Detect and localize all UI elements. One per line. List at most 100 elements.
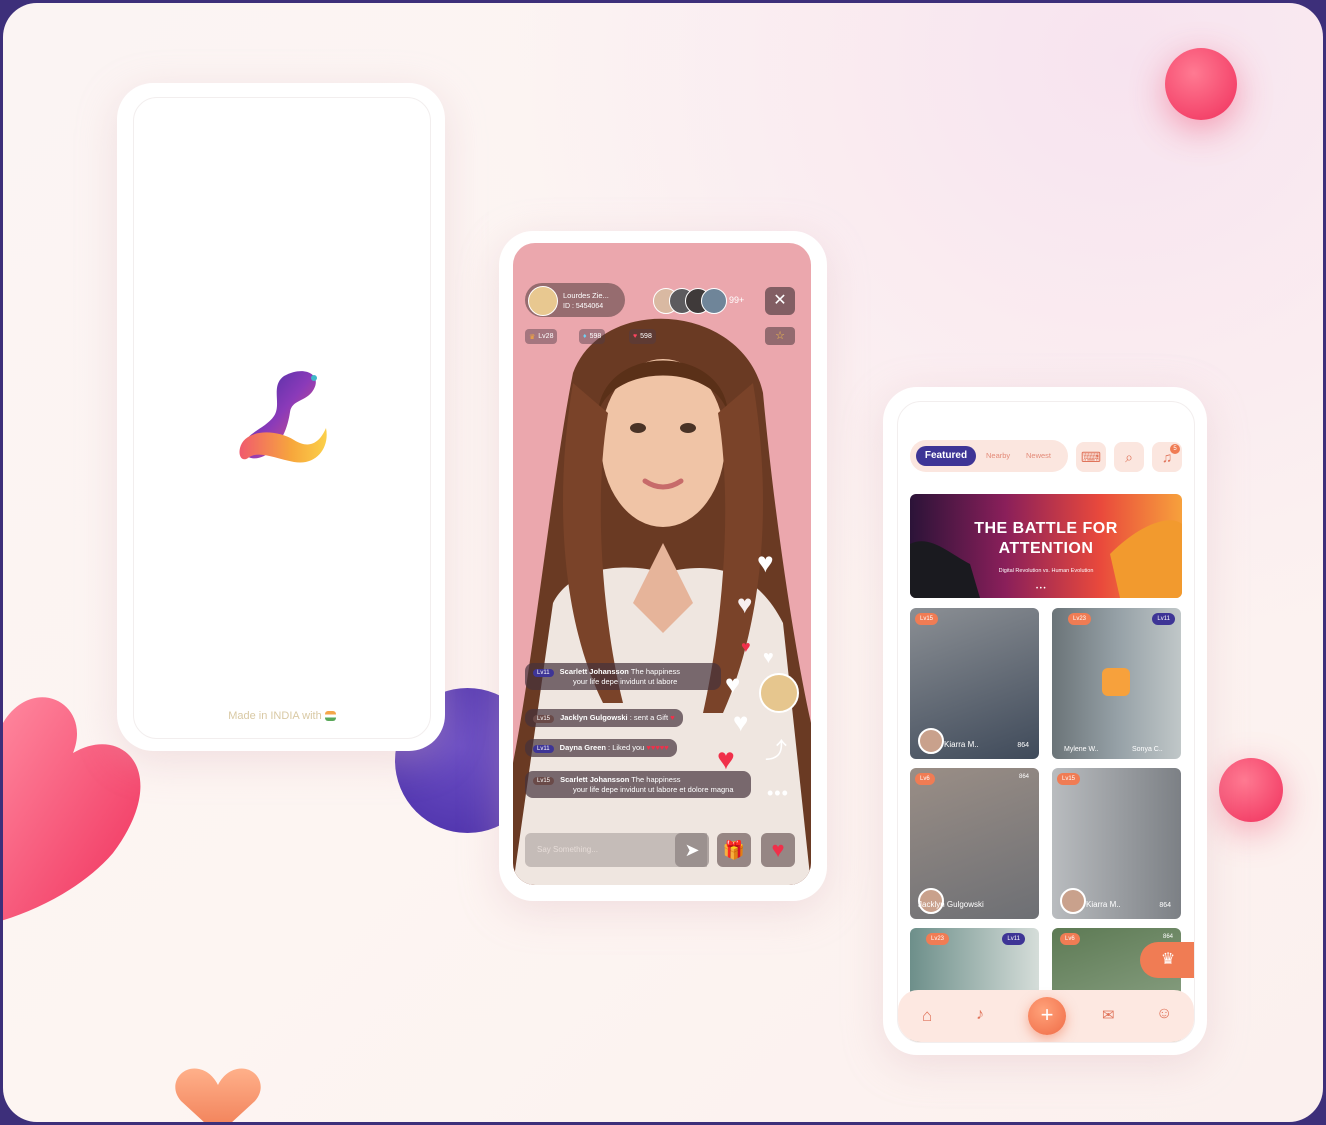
splash-screen: Made in INDIA with xyxy=(133,97,431,739)
crown-icon: ♛ xyxy=(1160,951,1176,968)
decor-ball-top-right xyxy=(1165,48,1237,120)
gift-heart-icon: ♥ xyxy=(670,713,675,722)
favorite-button[interactable]: ☆ xyxy=(765,327,795,345)
message-text: : Liked you xyxy=(608,743,645,752)
chat-message: Lv11 Dayna Green : Liked you ♥♥♥♥♥ xyxy=(525,739,677,757)
guest-avatar[interactable] xyxy=(759,673,799,713)
gamepad-icon: ⌨ xyxy=(1080,449,1102,465)
diamond-chip: ♦ 598 xyxy=(579,329,606,344)
close-icon: ✕ xyxy=(773,292,787,309)
message-level: Lv11 xyxy=(533,669,554,677)
message-text: : sent a Gift xyxy=(629,713,669,722)
app-logo xyxy=(239,371,327,463)
feed-phone: Featured Nearby Newest ⌨ ⌕ ♫ 5 THE BATTL xyxy=(883,387,1207,1055)
level-chip-label: Lv28 xyxy=(538,333,554,340)
chat-message: Lv15 Jacklyn Gulgowski : sent a Gift ♥ xyxy=(525,709,683,727)
card-name: Kiarra M.. xyxy=(944,740,979,749)
banner-title-1: THE BATTLE FOR xyxy=(974,520,1118,537)
message-text-2: your life depe invidunt ut labore xyxy=(573,677,678,686)
splash-phone: Made in INDIA with xyxy=(117,83,445,751)
vip-button[interactable]: ♛ xyxy=(1140,942,1194,978)
card-viewers: 864 xyxy=(1017,742,1029,749)
decor-heart-bottom xyxy=(175,1068,261,1122)
gift-icon: 🎁 xyxy=(722,840,746,860)
send-icon: ➤ xyxy=(684,840,700,860)
crown-icon: ♛ xyxy=(529,333,536,341)
versus-icon xyxy=(1102,668,1130,696)
likes-count: 598 xyxy=(640,333,652,340)
more-icon[interactable]: ••• xyxy=(767,783,789,804)
close-button[interactable]: ✕ xyxy=(765,287,795,315)
star-icon: ☆ xyxy=(775,330,785,342)
heart-icon: ♥ xyxy=(771,837,785,862)
card-level-badge-2: Lv11 xyxy=(1002,933,1025,945)
card-level-badge: Lv6 xyxy=(1060,933,1080,945)
card-avatar xyxy=(918,728,944,754)
banner-subtitle: Digital Revolution vs. Human Evolution xyxy=(998,568,1094,574)
card-level-badge: Lv15 xyxy=(915,613,939,625)
send-button[interactable]: ➤ xyxy=(675,833,709,867)
tab-nearby[interactable]: Nearby xyxy=(986,451,1010,460)
diamond-count: 598 xyxy=(589,333,602,340)
diamond-icon: ♦ xyxy=(583,333,587,340)
banner-title-2: ATTENTION xyxy=(998,540,1094,557)
gift-button[interactable]: 🎁 xyxy=(717,833,751,867)
nav-profile-icon[interactable]: ☺ xyxy=(1156,1005,1172,1023)
viewer-avatars[interactable]: 99+ xyxy=(653,288,744,314)
card-viewers: 864 xyxy=(1159,902,1171,909)
message-author: Dayna Green xyxy=(559,743,606,752)
nav-home-icon[interactable]: ⌂ xyxy=(922,1006,932,1026)
message-author: Jacklyn Gulgowski xyxy=(560,713,628,722)
card-level-badge-2: Lv11 xyxy=(1152,613,1175,625)
like-button[interactable]: ♥ xyxy=(761,833,795,867)
card-name: Jacklyn Gulgowski xyxy=(918,900,984,909)
likes-chip: ♥ 598 xyxy=(629,329,656,344)
search-button[interactable]: ⌕ xyxy=(1114,442,1144,472)
nav-music-icon[interactable]: ♪ xyxy=(976,1006,984,1024)
card-level-badge: Lv23 xyxy=(1068,613,1092,625)
card-name: Kiarra M.. xyxy=(1086,900,1121,909)
viewer-avatar xyxy=(701,288,727,314)
like-hearts-icon: ♥♥♥♥♥ xyxy=(646,743,669,752)
bottom-nav: ⌂ ♪ + ✉ ☺ xyxy=(898,990,1194,1042)
card-level-badge: Lv15 xyxy=(1057,773,1081,785)
card-avatar xyxy=(1060,888,1086,914)
tab-newest[interactable]: Newest xyxy=(1026,451,1051,460)
card-name: Mylene W.. xyxy=(1064,746,1099,753)
stream-card[interactable]: Lv6 Jacklyn Gulgowski 864 xyxy=(910,768,1039,919)
level-chip: ♛ Lv28 xyxy=(525,329,558,344)
live-screen: Lourdes Zie... ID : 5454064 99+ ✕ ♛ Lv28… xyxy=(513,243,811,885)
card-level-badge: Lv23 xyxy=(926,933,950,945)
notification-badge: 5 xyxy=(1170,444,1180,454)
message-text-2: your life depe invidunt ut labore et dol… xyxy=(573,785,734,794)
game-button[interactable]: ⌨ xyxy=(1076,442,1106,472)
nav-chat-icon[interactable]: ✉ xyxy=(1102,1006,1115,1024)
chat-message: Lv15 Scarlett Johansson The happiness yo… xyxy=(525,771,751,798)
showcase-background: Made in INDIA with Lourdes Zie... ID: 5… xyxy=(3,3,1323,1122)
tab-featured[interactable]: Featured xyxy=(916,446,976,466)
stream-card[interactable]: Lv15 Kiarra M.. 864 xyxy=(910,608,1039,759)
card-viewers: 864 xyxy=(1018,774,1029,780)
message-author: Scarlett Johansson xyxy=(560,775,630,784)
host-info[interactable]: Lourdes Zie... ID : 5454064 xyxy=(525,283,625,317)
notification-button[interactable]: ♫ 5 xyxy=(1152,442,1182,472)
share-icon[interactable]: ⤴ xyxy=(765,733,787,765)
floating-heart-icon: ♥ xyxy=(763,647,774,667)
floating-heart-icon: ♥ xyxy=(741,639,751,656)
host-avatar xyxy=(528,286,558,316)
message-level: Lv15 xyxy=(533,715,555,723)
splash-footer: Made in INDIA with xyxy=(134,710,430,722)
comment-placeholder: Say Something... xyxy=(537,845,598,854)
heart-icon: ♥ xyxy=(633,333,638,340)
chat-message: Lv11 Scarlett Johansson The happiness yo… xyxy=(525,663,721,690)
stream-card[interactable]: Lv15 Kiarra M.. 864 xyxy=(1052,768,1181,919)
nav-add-button[interactable]: + xyxy=(1028,997,1066,1035)
floating-heart-icon: ♥ xyxy=(757,547,774,578)
card-level-badge: Lv6 xyxy=(915,773,935,785)
message-text: The happiness xyxy=(630,667,681,676)
decor-ball-right xyxy=(1219,758,1283,822)
stream-card[interactable]: Lv23 Lv11 Mylene W.. Sonya C.. xyxy=(1052,608,1181,759)
promo-banner[interactable]: THE BATTLE FOR ATTENTION Digital Revolut… xyxy=(910,494,1182,598)
card-name-2: Sonya C.. xyxy=(1132,746,1163,753)
message-level: Lv15 xyxy=(533,777,555,785)
